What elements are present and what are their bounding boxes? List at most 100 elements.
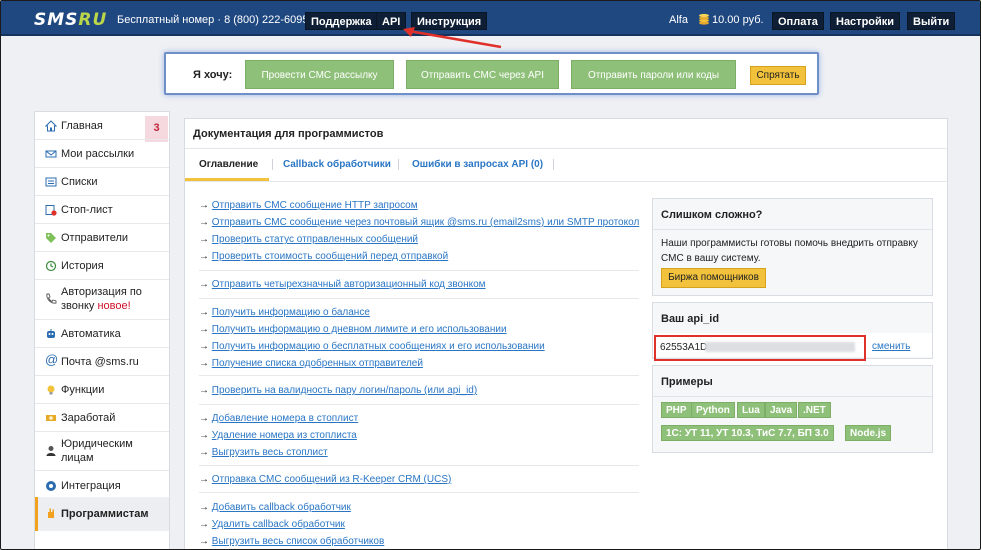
example-lua-button[interactable]: Lua [737, 402, 765, 418]
example-php-button[interactable]: PHP [661, 402, 692, 418]
coins-icon [699, 13, 709, 25]
doc-link-check-status[interactable]: → Проверить статус отправленных сообщени… [199, 234, 418, 245]
doc-link-callback-add[interactable]: → Добавить callback обработчик [199, 502, 351, 513]
balance-text: 10.00 руб. [712, 14, 764, 26]
sidebar-item-label: История [61, 260, 104, 272]
doc-link-callback-export[interactable]: → Выгрузить весь список обработчиков [199, 536, 384, 547]
arrow-icon: → [199, 279, 209, 290]
helpers-exchange-button[interactable]: Биржа помощников [661, 268, 766, 288]
sidebar-divider [35, 223, 169, 224]
tab-callback[interactable]: Callback обработчики [283, 159, 391, 170]
link-text[interactable]: Отправить СМС сообщение HTTP запросом [212, 200, 418, 211]
integration-icon [46, 481, 56, 491]
mass-sms-button[interactable]: Провести СМС рассылку [245, 60, 394, 89]
link-text[interactable]: Удалить callback обработчик [212, 519, 345, 530]
arrow-icon: → [199, 358, 209, 369]
doc-link-check-cost[interactable]: → Проверить стоимость сообщений перед от… [199, 251, 448, 262]
link-text[interactable]: Отправка СМС сообщений из R-Keeper CRM (… [212, 474, 452, 485]
tab-api-errors[interactable]: Ошибки в запросах API (0) [412, 159, 543, 170]
examples-box: Примеры PHP Python Lua Java .NET 1С: УТ … [652, 365, 933, 453]
doc-link-daily-limit[interactable]: → Получить информацию о дневном лимите и… [199, 324, 507, 335]
mailing-icon [45, 150, 57, 158]
doc-link-call-code[interactable]: → Отправить четырехзначный авторизационн… [199, 279, 486, 290]
sidebar-item-label: Стоп-лист [61, 204, 113, 216]
link-text[interactable]: Получить информацию о балансе [212, 307, 370, 318]
tab-divider [398, 159, 399, 170]
link-text[interactable]: Получение списка одобренных отправителей [212, 358, 423, 369]
link-text[interactable]: Проверить на валидность пару логин/парол… [212, 385, 477, 396]
example-java-button[interactable]: Java [765, 402, 798, 418]
browser-frame: SMSRU Бесплатный номер · 8 (800) 222-609… [0, 0, 981, 550]
send-codes-button[interactable]: Отправить пароли или коды [571, 60, 736, 89]
example-nodejs-button[interactable]: Node.js [845, 425, 892, 441]
doc-link-stoplist-add[interactable]: → Добавление номера в стоплист [199, 413, 358, 424]
doc-link-stoplist-remove[interactable]: → Удаление номера из стоплиста [199, 430, 357, 441]
sidebar-divider [35, 375, 169, 376]
arrow-icon: → [199, 536, 209, 547]
stoplist-icon [45, 205, 57, 216]
i-want-bar: Я хочу: Провести СМС рассылку Отправить … [164, 52, 819, 95]
arrow-icon: → [199, 519, 209, 530]
example-dotnet-button[interactable]: .NET [798, 402, 831, 418]
logo-text-ru: RU [78, 10, 108, 30]
sidebar-divider [35, 167, 169, 168]
link-text[interactable]: Выгрузить весь стоплист [212, 447, 328, 458]
link-text[interactable]: Получить информацию о дневном лимите и е… [212, 324, 507, 335]
settings-button[interactable]: Настройки [830, 12, 901, 30]
support-button[interactable]: Поддержка [305, 12, 378, 30]
annotation-arrow-icon [403, 27, 502, 49]
sidebar-divider [35, 347, 169, 348]
hand-icon [48, 508, 54, 518]
link-text[interactable]: Проверить стоимость сообщений перед отпр… [212, 251, 448, 262]
site-logo[interactable]: SMSRU [34, 10, 107, 30]
link-text[interactable]: Удаление номера из стоплиста [212, 430, 357, 441]
examples-title: Примеры [661, 376, 713, 388]
link-text[interactable]: Добавление номера в стоплист [212, 413, 358, 424]
api-id-value[interactable]: 62553A1D- [660, 342, 711, 353]
help-text: Наши программисты готовы помочь внедрить… [661, 238, 918, 264]
pay-button[interactable]: Оплата [772, 12, 824, 30]
tab-divider [553, 159, 554, 170]
doc-link-send-email[interactable]: → Отправить СМС сообщение через почтовый… [199, 217, 639, 228]
doc-link-rkeeper[interactable]: → Отправка СМС сообщений из R-Keeper CRM… [199, 474, 451, 485]
logo-text-sms: SMS [34, 10, 79, 30]
link-text[interactable]: Получить информацию о бесплатных сообщен… [212, 341, 545, 352]
arrow-icon: → [199, 341, 209, 352]
help-title: Слишком сложно? [661, 209, 763, 221]
free-number-text: Бесплатный номер · 8 (800) 222-6095 [117, 14, 309, 26]
arrow-icon: → [199, 324, 209, 335]
example-python-button[interactable]: Python [691, 402, 735, 418]
doc-link-stoplist-export[interactable]: → Выгрузить весь стоплист [199, 447, 328, 458]
api-id-box: Ваш api_id 62553A1D- сменить [652, 302, 933, 361]
help-divider [653, 229, 932, 230]
tab-contents[interactable]: Оглавление [199, 159, 258, 170]
arrow-icon: → [199, 413, 209, 424]
doc-link-validate[interactable]: → Проверить на валидность пару логин/пар… [199, 385, 477, 396]
tab-divider [272, 159, 273, 170]
link-text[interactable]: Проверить статус отправленных сообщений [212, 234, 418, 245]
link-text[interactable]: Отправить четырехзначный авторизационный… [212, 279, 486, 290]
link-text[interactable]: Выгрузить весь список обработчиков [212, 536, 385, 547]
arrow-icon: → [199, 385, 209, 396]
link-text[interactable]: Добавить callback обработчик [212, 502, 351, 513]
tabs-divider [185, 181, 947, 182]
robot-icon [47, 329, 55, 338]
person-icon [46, 446, 56, 456]
doc-link-free-messages[interactable]: → Получить информацию о бесплатных сообщ… [199, 341, 545, 352]
send-api-button[interactable]: Отправить СМС через API [406, 60, 559, 89]
link-text[interactable]: Отправить СМС сообщение через почтовый я… [212, 217, 640, 228]
doc-link-send-http[interactable]: → Отправить СМС сообщение HTTP запросом [199, 200, 418, 211]
username[interactable]: Alfa [669, 14, 688, 26]
hide-button[interactable]: Спрятать [750, 66, 806, 85]
arrow-icon: → [199, 251, 209, 262]
title-divider [185, 148, 947, 149]
api-id-redacted [705, 342, 855, 352]
change-api-id-link[interactable]: сменить [872, 341, 910, 352]
exit-button[interactable]: Выйти [907, 12, 956, 30]
doc-link-callback-remove[interactable]: → Удалить callback обработчик [199, 519, 345, 530]
doc-link-balance[interactable]: → Получить информацию о балансе [199, 307, 370, 318]
example-1c-button[interactable]: 1С: УТ 11, УТ 10.3, ТиС 7.7, БП 3.0 [661, 425, 834, 441]
sidebar-item-label-line2-text: звонку [61, 300, 95, 312]
group-divider [199, 375, 639, 376]
doc-link-senders[interactable]: → Получение списка одобренных отправител… [199, 358, 423, 369]
